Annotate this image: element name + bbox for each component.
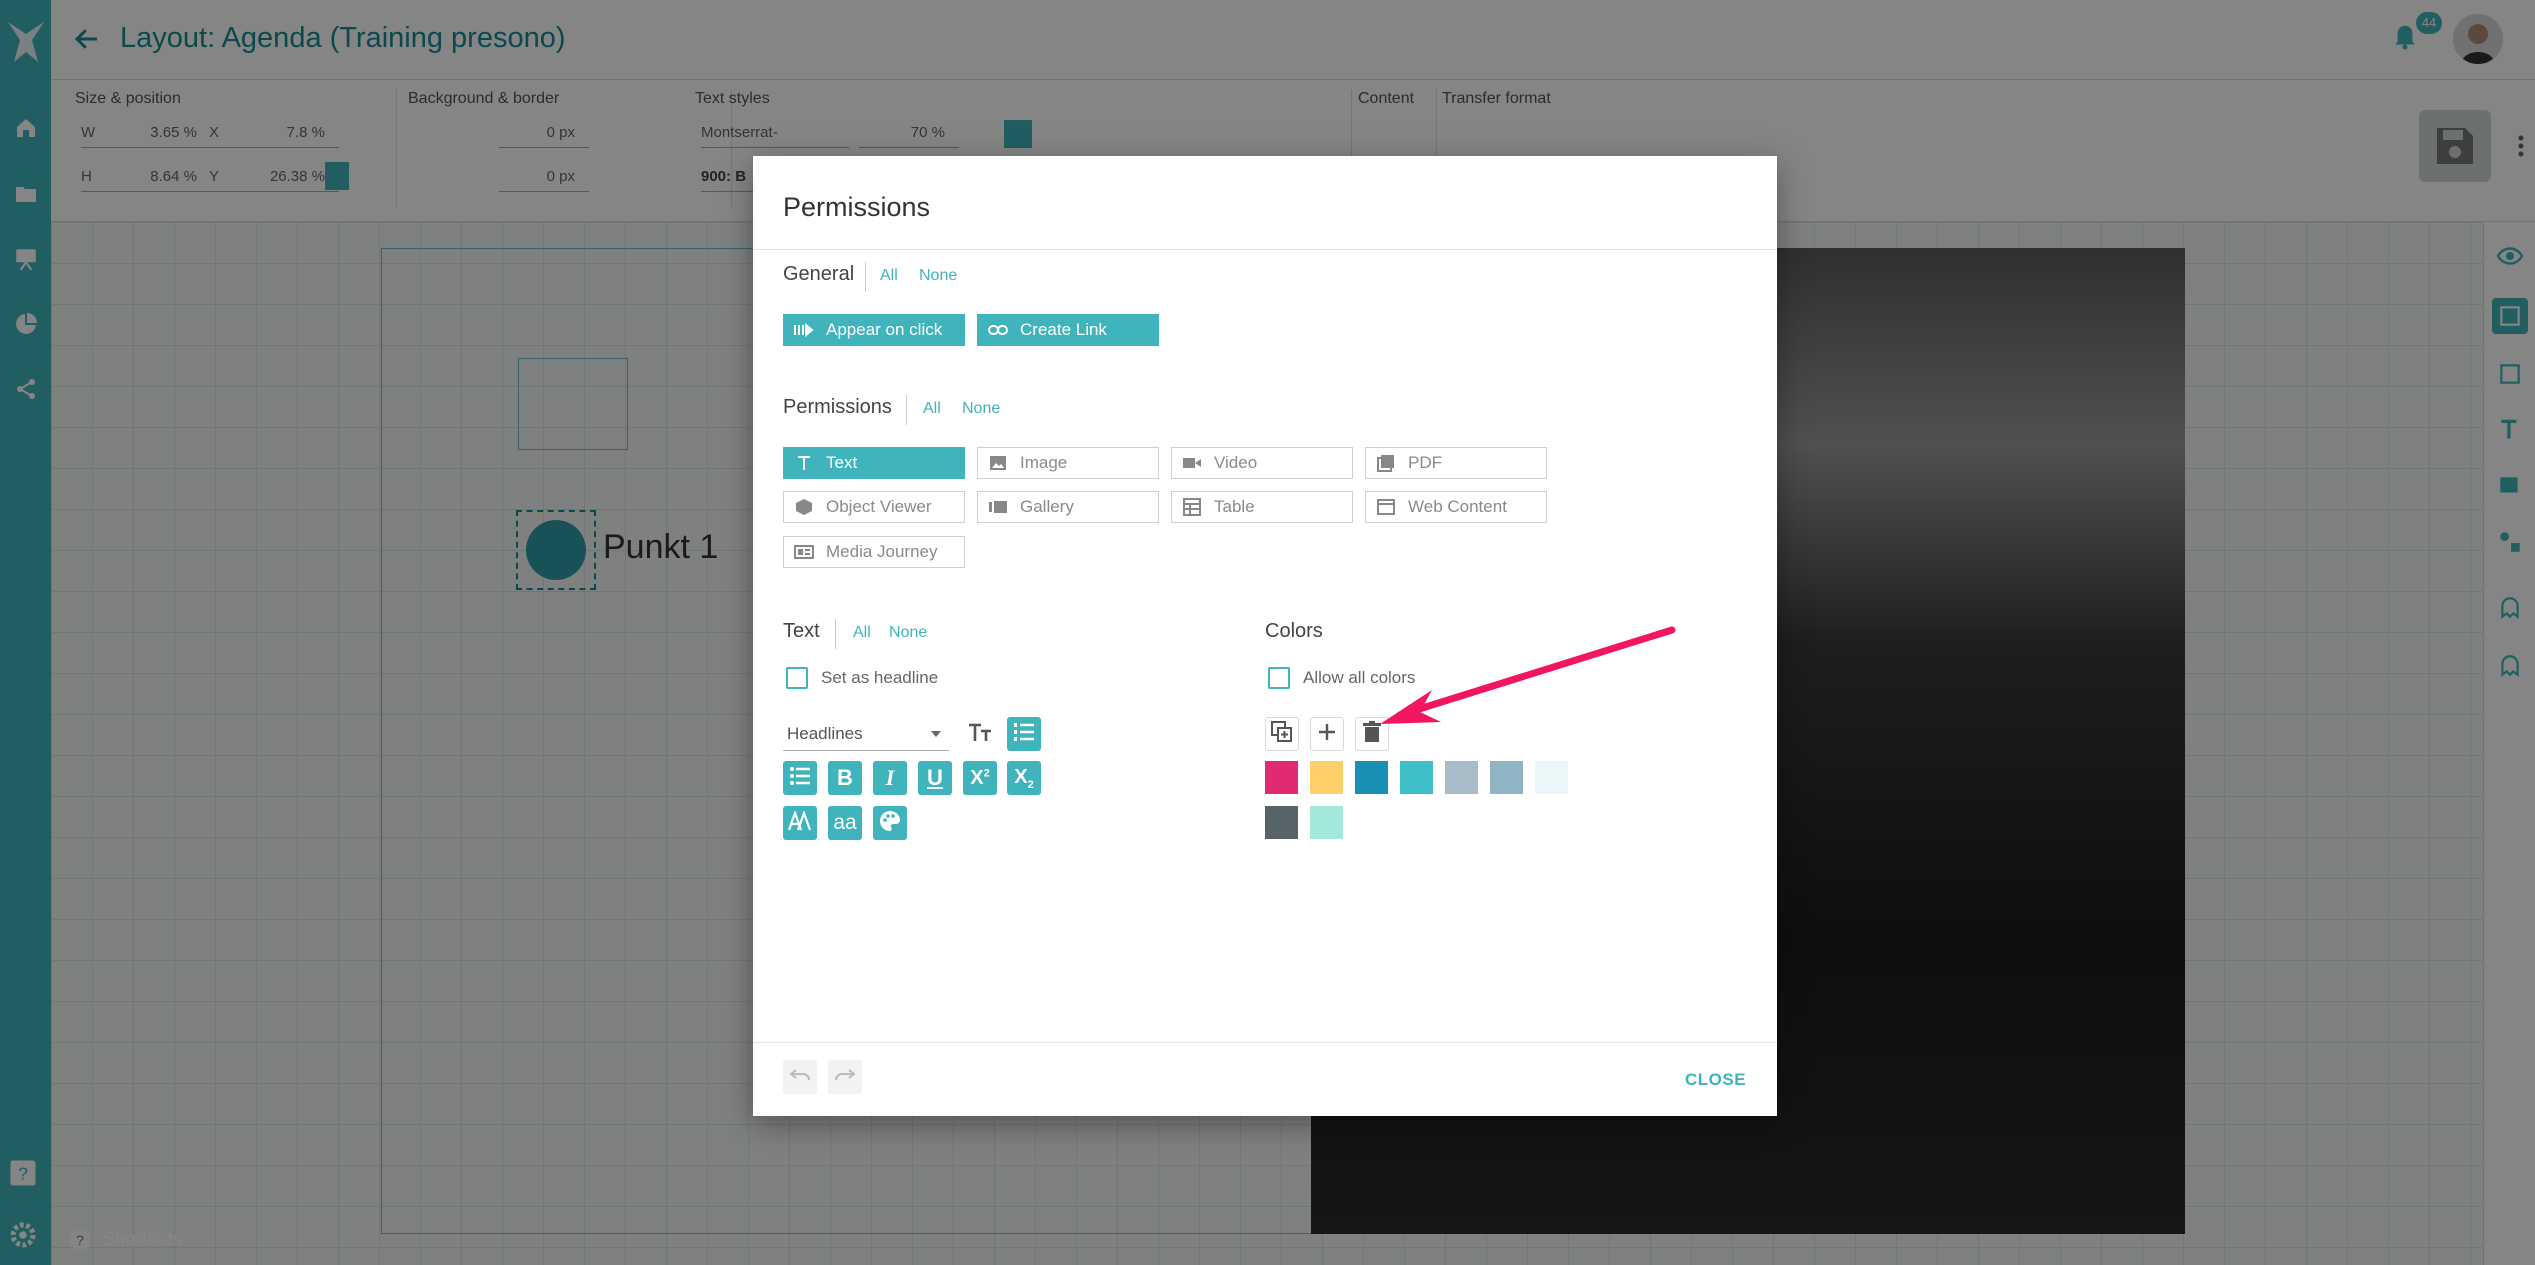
chevron-down-icon xyxy=(931,731,941,737)
chip-label: Image xyxy=(1020,453,1068,472)
chip-pdf[interactable]: PDF xyxy=(1365,447,1547,479)
chip-media-journey[interactable]: Media Journey xyxy=(783,536,965,568)
media-journey-icon xyxy=(792,540,816,564)
permissions-none-link[interactable]: None xyxy=(962,400,1000,418)
headlines-select[interactable]: Headlines xyxy=(783,717,949,751)
trash-icon xyxy=(1363,720,1381,748)
colors-section-label: Colors xyxy=(1265,620,1323,642)
chip-create-link[interactable]: Create Link xyxy=(977,314,1159,346)
chip-text[interactable]: Text xyxy=(783,447,965,479)
color-swatch-2[interactable] xyxy=(1310,761,1343,794)
color-swatch-5[interactable] xyxy=(1445,761,1478,794)
chip-label: PDF xyxy=(1408,453,1442,472)
font-size-icon xyxy=(967,721,993,748)
bullet-list-icon xyxy=(789,766,811,791)
bold-icon: B xyxy=(837,765,853,790)
font-size-format-button[interactable] xyxy=(963,717,997,751)
palette-icon xyxy=(878,809,902,838)
allow-all-colors-checkbox[interactable] xyxy=(1268,667,1290,689)
copy-icon xyxy=(1271,720,1293,748)
underline-icon: U xyxy=(927,765,943,790)
set-as-headline-label: Set as headline xyxy=(821,668,939,687)
general-section-label: General xyxy=(783,263,855,285)
appear-icon xyxy=(792,318,816,342)
subscript-icon: X2 xyxy=(1014,765,1034,791)
dialog-title: Permissions xyxy=(783,192,931,222)
image-icon xyxy=(986,451,1010,475)
permissions-section-label: Permissions xyxy=(783,396,892,418)
subscript-button[interactable]: X2 xyxy=(1007,761,1041,795)
palette-button[interactable] xyxy=(873,806,907,840)
text-case-button[interactable]: aa xyxy=(828,806,862,840)
chip-label: Gallery xyxy=(1020,497,1074,516)
allow-all-colors-label: Allow all colors xyxy=(1303,668,1416,687)
italic-icon: I xyxy=(885,765,895,790)
chip-web-content[interactable]: Web Content xyxy=(1365,491,1547,523)
chip-label: Video xyxy=(1214,453,1258,472)
bullet-list-button[interactable] xyxy=(783,761,817,795)
chip-appear-on-click[interactable]: Appear on click xyxy=(783,314,965,346)
chip-label: Appear on click xyxy=(826,320,943,339)
superscript-icon: X2 xyxy=(970,766,990,789)
color-swatch-4[interactable] xyxy=(1400,761,1433,794)
video-icon xyxy=(1180,451,1204,475)
chip-video[interactable]: Video xyxy=(1171,447,1353,479)
general-all-link[interactable]: All xyxy=(880,267,898,285)
permissions-all-link[interactable]: All xyxy=(923,400,941,418)
table-icon xyxy=(1180,495,1204,519)
redo-button[interactable] xyxy=(828,1060,862,1094)
font-family-icon xyxy=(787,809,812,836)
text-case-icon: aa xyxy=(833,811,857,834)
color-swatch-6[interactable] xyxy=(1490,761,1523,794)
color-swatch-9[interactable] xyxy=(1310,806,1343,839)
numbered-list-button[interactable] xyxy=(1007,717,1041,751)
chip-label: Table xyxy=(1214,497,1255,516)
chip-label: Web Content xyxy=(1408,497,1507,516)
chip-gallery[interactable]: Gallery xyxy=(977,491,1159,523)
pdf-icon xyxy=(1374,451,1398,475)
color-swatch-3[interactable] xyxy=(1355,761,1388,794)
text-section-label: Text xyxy=(783,620,820,642)
close-button[interactable]: CLOSE xyxy=(1685,1070,1746,1090)
numbered-list-icon xyxy=(1013,722,1035,747)
superscript-button[interactable]: X2 xyxy=(963,761,997,795)
general-none-link[interactable]: None xyxy=(919,267,957,285)
text-icon xyxy=(792,451,816,475)
link-icon xyxy=(986,318,1010,342)
color-swatch-8[interactable] xyxy=(1265,806,1298,839)
italic-button[interactable]: I xyxy=(873,761,907,795)
chip-label: Create Link xyxy=(1020,320,1107,339)
chip-label: Object Viewer xyxy=(826,497,932,516)
copy-colors-button[interactable] xyxy=(1265,717,1299,751)
undo-button[interactable] xyxy=(783,1060,817,1094)
chip-object-viewer[interactable]: Object Viewer xyxy=(783,491,965,523)
undo-icon xyxy=(789,1068,811,1087)
cube-icon xyxy=(792,495,816,519)
chip-table[interactable]: Table xyxy=(1171,491,1353,523)
text-none-link[interactable]: None xyxy=(889,624,927,642)
font-family-button[interactable] xyxy=(783,806,817,840)
gallery-icon xyxy=(986,495,1010,519)
underline-button[interactable]: U xyxy=(918,761,952,795)
redo-icon xyxy=(834,1068,856,1087)
chip-image[interactable]: Image xyxy=(977,447,1159,479)
color-swatch-1[interactable] xyxy=(1265,761,1298,794)
plus-icon xyxy=(1317,722,1337,747)
chip-label: Text xyxy=(826,453,858,472)
bold-button[interactable]: B xyxy=(828,761,862,795)
web-icon xyxy=(1374,495,1398,519)
add-color-button[interactable] xyxy=(1310,717,1344,751)
permissions-dialog: Permissions General All None Appear on c… xyxy=(753,156,1777,1116)
chip-label: Media Journey xyxy=(826,542,938,561)
color-swatch-7[interactable] xyxy=(1535,761,1568,794)
text-all-link[interactable]: All xyxy=(853,624,871,642)
delete-color-button[interactable] xyxy=(1355,717,1389,751)
headlines-select-value: Headlines xyxy=(787,724,863,743)
set-as-headline-checkbox[interactable] xyxy=(786,667,808,689)
